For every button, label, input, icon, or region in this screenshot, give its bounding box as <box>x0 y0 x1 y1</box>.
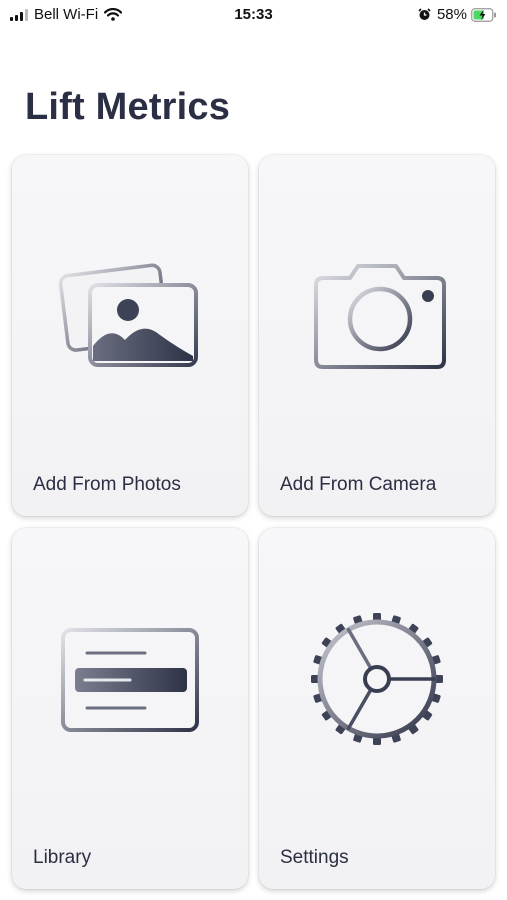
camera-icon <box>314 264 446 369</box>
settings-tile[interactable]: Settings <box>259 528 495 889</box>
add-from-camera-tile[interactable]: Add From Camera <box>259 155 495 516</box>
settings-label: Settings <box>280 847 349 868</box>
add-from-photos-label: Add From Photos <box>33 474 181 495</box>
photos-icon <box>58 263 198 367</box>
status-bar: Bell Wi-Fi 15:33 58% <box>0 0 507 30</box>
battery-percent: 58% <box>436 6 467 23</box>
add-from-camera-label: Add From Camera <box>280 474 437 495</box>
library-tile[interactable]: Library <box>12 528 248 889</box>
settings-gear-icon <box>311 613 443 745</box>
battery-charging-icon <box>471 7 496 22</box>
add-from-photos-tile[interactable]: Add From Photos <box>12 155 248 516</box>
library-label: Library <box>33 847 92 868</box>
page-title: Lift Metrics <box>25 86 231 128</box>
library-icon <box>61 628 199 732</box>
alarm-icon <box>418 8 431 20</box>
